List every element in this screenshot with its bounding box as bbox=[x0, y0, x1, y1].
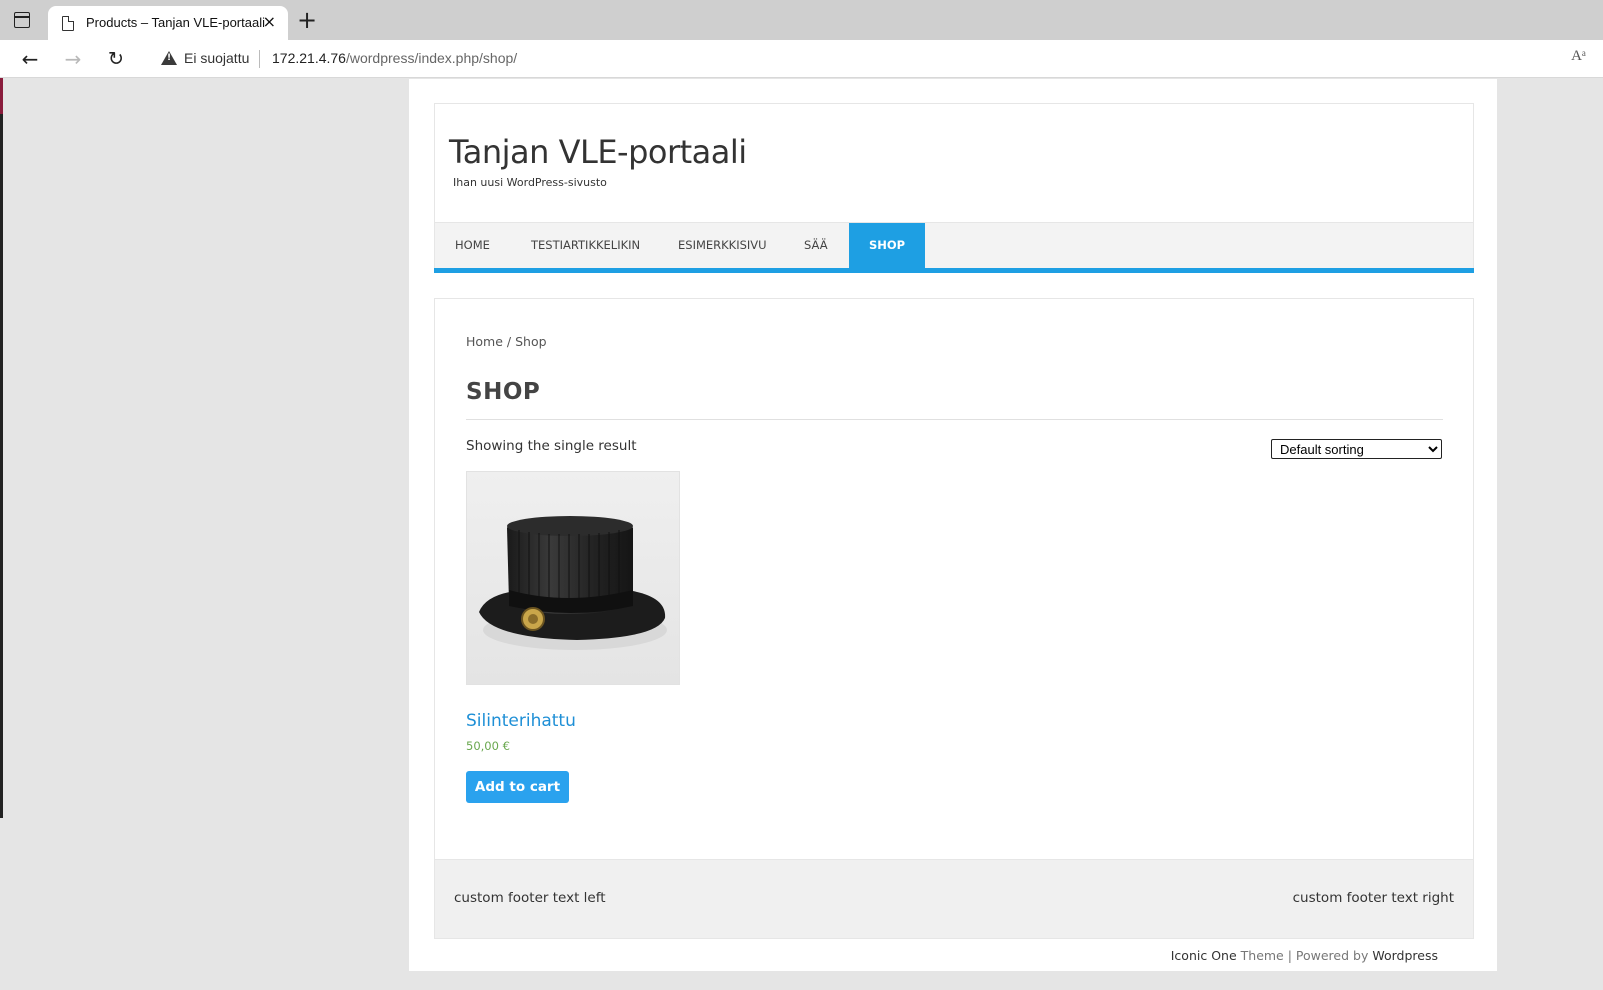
nav-item-home[interactable]: HOME bbox=[435, 223, 510, 268]
browser-toolbar: ← → ↻ Ei suojattu 172.21.4.76/wordpress/… bbox=[0, 40, 1603, 78]
address-divider bbox=[259, 50, 260, 68]
read-aloud-icon[interactable]: Aᵃ bbox=[1571, 48, 1586, 65]
nav-item-saa[interactable]: SÄÄ bbox=[784, 223, 848, 268]
close-tab-icon[interactable]: × bbox=[263, 13, 276, 31]
back-arrow-icon[interactable]: ← bbox=[17, 46, 43, 72]
theme-link[interactable]: Iconic One bbox=[1171, 948, 1237, 963]
result-count: Showing the single result bbox=[466, 438, 637, 454]
breadcrumb-current: Shop bbox=[515, 334, 547, 349]
sort-dropdown[interactable]: Default sorting bbox=[1271, 439, 1442, 459]
product-price: 50,00 € bbox=[466, 739, 510, 753]
site-header: Tanjan VLE-portaali Ihan uusi WordPress-… bbox=[434, 103, 1474, 273]
footer-text-left: custom footer text left bbox=[454, 890, 606, 906]
site-tagline: Ihan uusi WordPress-sivusto bbox=[453, 176, 607, 189]
wordpress-link[interactable]: Wordpress bbox=[1372, 948, 1438, 963]
main-navigation: HOME TESTIARTIKKELIKIN ESIMERKKISIVU SÄÄ… bbox=[434, 222, 1474, 273]
url-text[interactable]: 172.21.4.76/wordpress/index.php/shop/ bbox=[272, 50, 517, 66]
heading-divider bbox=[466, 419, 1443, 420]
security-label[interactable]: Ei suojattu bbox=[184, 50, 249, 66]
footer-credits: Iconic One Theme | Powered by Wordpress bbox=[1171, 948, 1438, 963]
forward-arrow-icon[interactable]: → bbox=[60, 46, 86, 72]
site-footer: custom footer text left custom footer te… bbox=[434, 860, 1474, 939]
breadcrumb-separator: / bbox=[502, 334, 516, 349]
new-tab-icon[interactable]: + bbox=[297, 8, 317, 32]
nav-accent-bar bbox=[434, 268, 1474, 273]
credit-separator: | Powered by bbox=[1283, 948, 1373, 963]
main-content: Home / Shop SHOP Showing the single resu… bbox=[434, 298, 1474, 860]
site-title[interactable]: Tanjan VLE-portaali bbox=[449, 133, 747, 171]
page-title: SHOP bbox=[466, 379, 541, 405]
nav-item-testiartikkelikin[interactable]: TESTIARTIKKELIKIN bbox=[511, 223, 660, 268]
nav-item-shop[interactable]: SHOP bbox=[849, 223, 926, 268]
credit-theme-word: Theme bbox=[1236, 948, 1284, 963]
browser-tab-bar: Products – Tanjan VLE-portaali × + bbox=[0, 0, 1603, 40]
top-hat-image bbox=[467, 472, 679, 684]
window-edge-accent bbox=[0, 78, 3, 114]
browser-tab[interactable]: Products – Tanjan VLE-portaali × bbox=[48, 6, 288, 40]
footer-text-right: custom footer text right bbox=[1292, 890, 1454, 906]
product-image[interactable] bbox=[466, 471, 680, 685]
nav-item-esimerkkisivu[interactable]: ESIMERKKISIVU bbox=[658, 223, 787, 268]
breadcrumb-home-link[interactable]: Home bbox=[466, 334, 503, 349]
tab-actions-icon[interactable] bbox=[14, 12, 30, 28]
page-container: Tanjan VLE-portaali Ihan uusi WordPress-… bbox=[409, 79, 1497, 971]
product-name-link[interactable]: Silinterihattu bbox=[466, 711, 576, 731]
reload-icon[interactable]: ↻ bbox=[103, 46, 129, 72]
page-icon bbox=[62, 16, 74, 31]
window-edge bbox=[0, 78, 3, 818]
warning-icon[interactable] bbox=[161, 51, 177, 65]
add-to-cart-button[interactable]: Add to cart bbox=[466, 771, 569, 803]
tab-title: Products – Tanjan VLE-portaali bbox=[86, 15, 265, 30]
breadcrumb: Home / Shop bbox=[466, 334, 547, 349]
url-host: 172.21.4.76 bbox=[272, 50, 346, 66]
address-bar[interactable]: Ei suojattu 172.21.4.76/wordpress/index.… bbox=[146, 44, 1596, 74]
url-path: /wordpress/index.php/shop/ bbox=[345, 50, 518, 66]
